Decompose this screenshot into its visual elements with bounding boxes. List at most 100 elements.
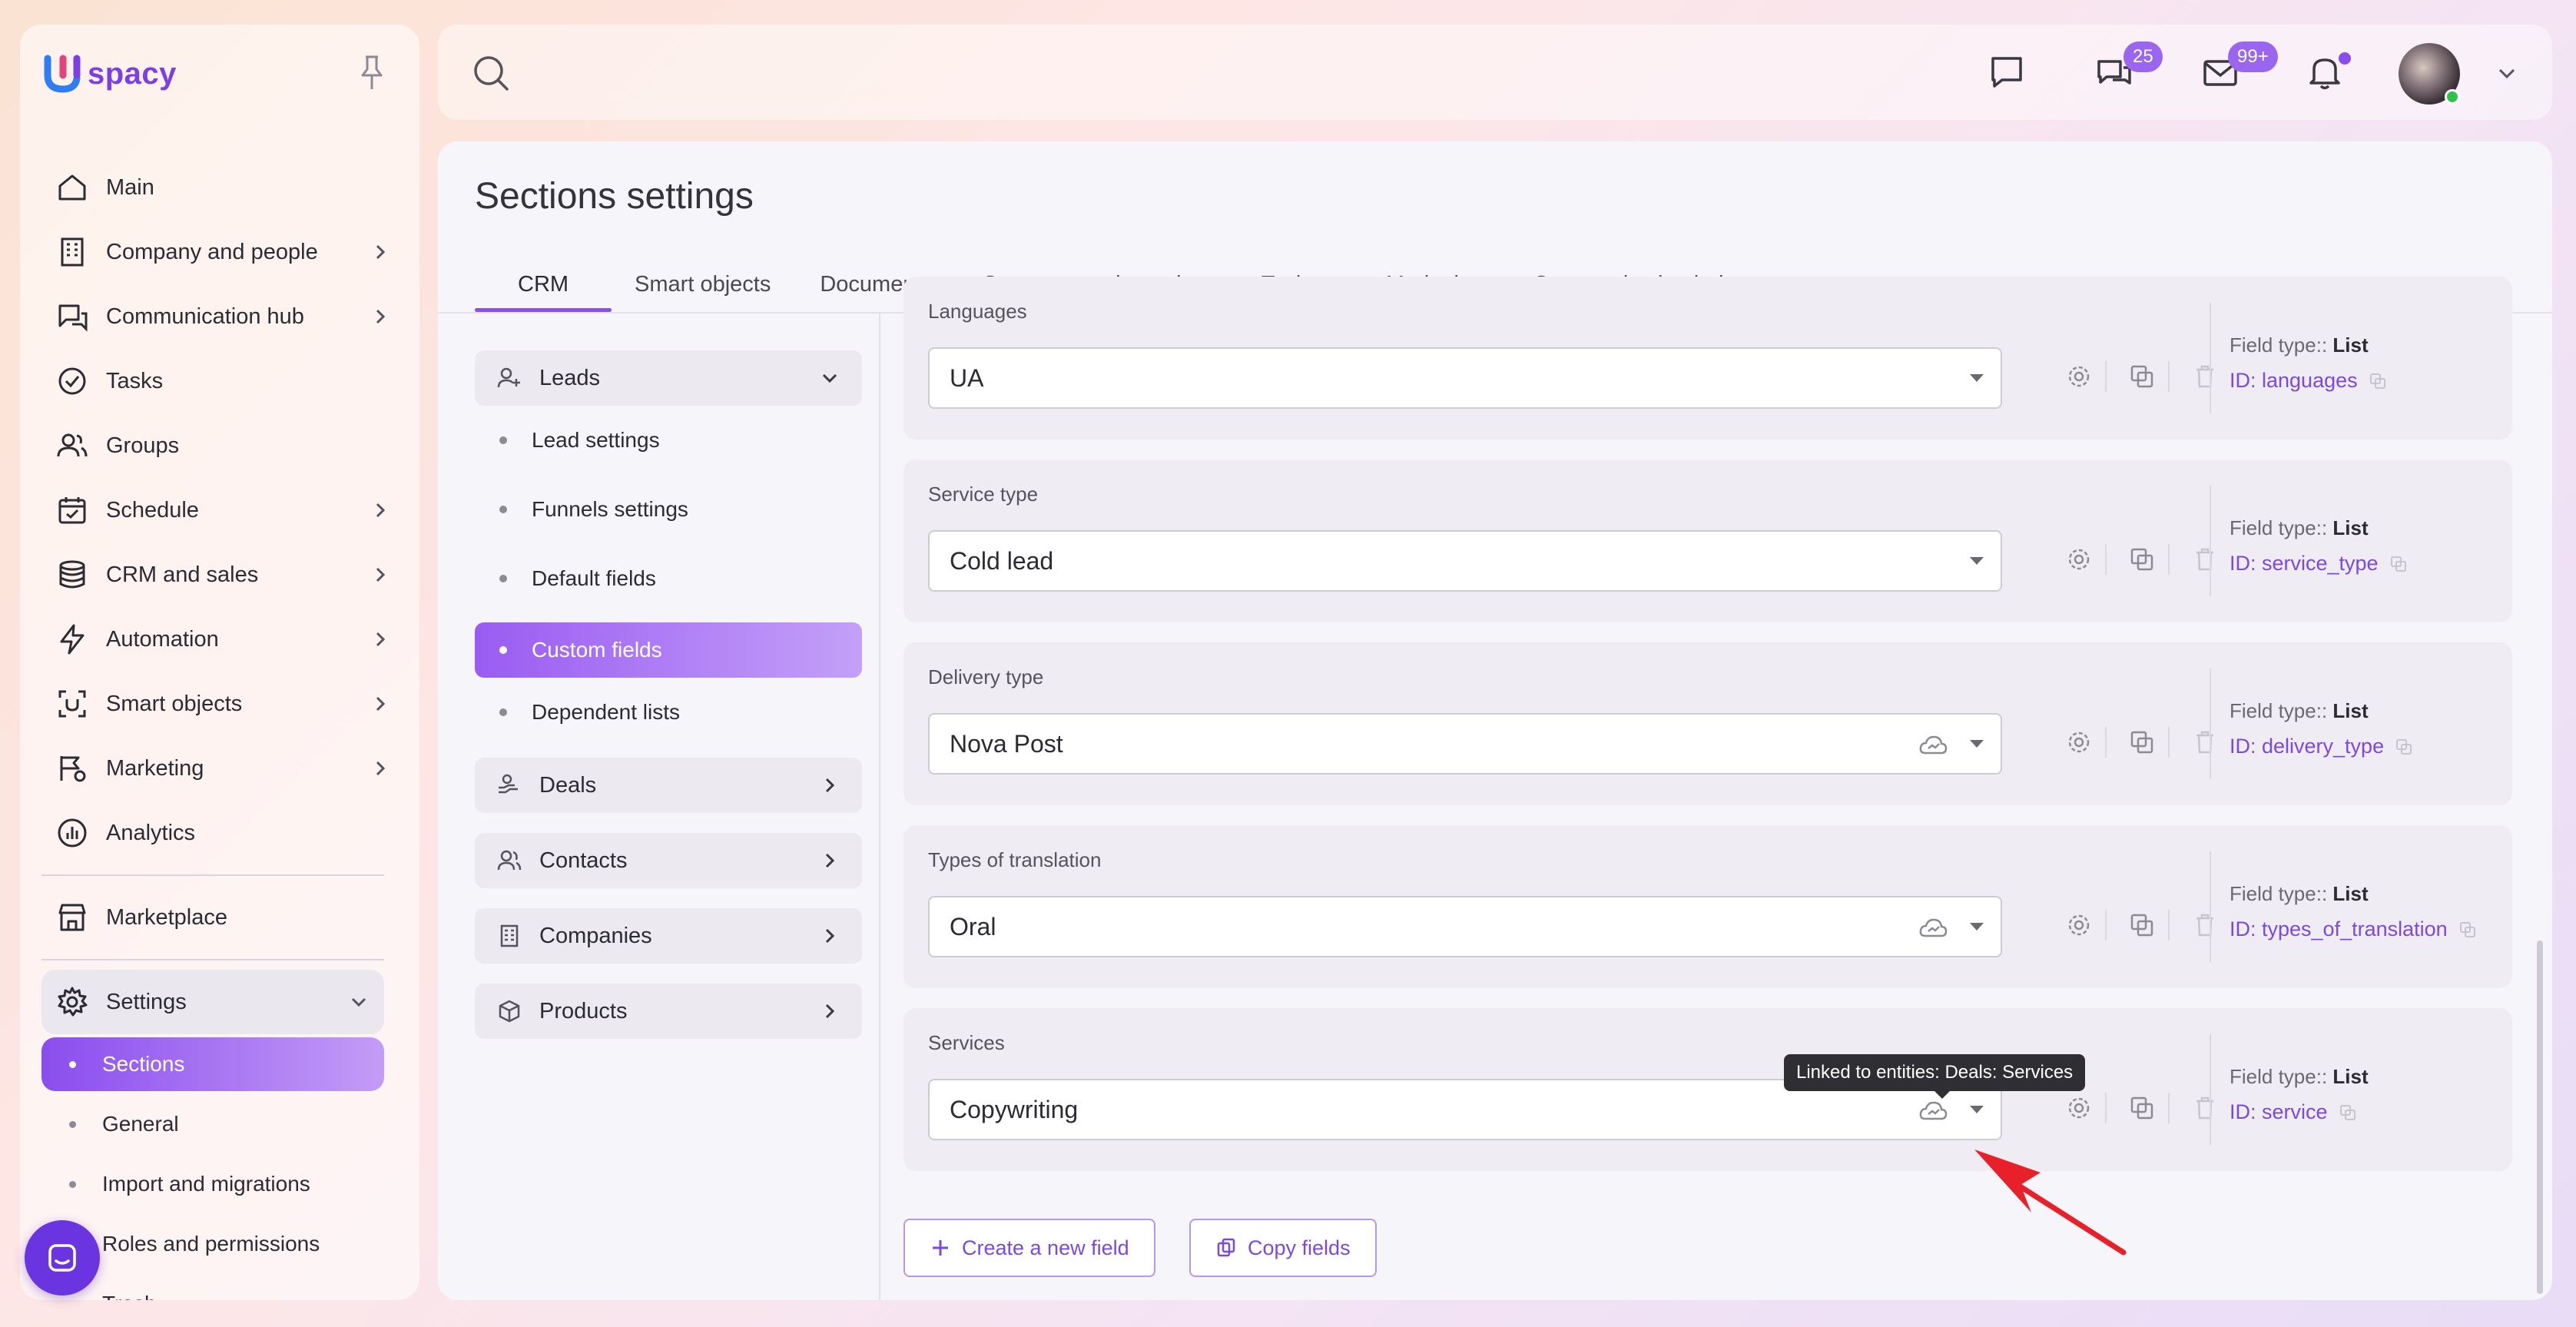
menu-item-funnels-settings[interactable]: Funnels settings xyxy=(475,475,862,544)
gear-icon[interactable] xyxy=(2065,546,2093,573)
panel-divider xyxy=(879,314,880,1300)
field-select[interactable]: Oral xyxy=(928,896,2002,957)
logo[interactable]: spacy xyxy=(41,52,177,95)
sidebar-item-analytics[interactable]: Analytics xyxy=(41,801,406,865)
meta-divider xyxy=(2210,1034,2211,1145)
gear-icon[interactable] xyxy=(2065,911,2093,939)
bullet-icon xyxy=(499,575,507,582)
duplicate-icon[interactable] xyxy=(2128,546,2156,573)
field-type-value: List xyxy=(2332,1065,2369,1088)
sidebar-subitem-sections[interactable]: Sections xyxy=(41,1037,384,1091)
gear-icon[interactable] xyxy=(2065,1094,2093,1122)
sidebar-subitem-import-and-migrations[interactable]: Import and migrations xyxy=(41,1154,384,1214)
caret-down-icon xyxy=(1970,923,1984,931)
sidebar-item-communication-hub[interactable]: Communication hub xyxy=(41,284,406,349)
sidebar-item-settings[interactable]: Settings xyxy=(41,970,384,1034)
field-card-types-of-translation: Types of translation Oral Field type:: L… xyxy=(903,825,2512,988)
mail-badge: 99+ xyxy=(2228,41,2278,72)
sidebar-item-label: Tasks xyxy=(106,368,164,393)
trash-icon[interactable] xyxy=(2191,546,2219,573)
tab-crm[interactable]: CRM xyxy=(475,269,612,312)
store-icon xyxy=(58,904,86,931)
menu-item-custom-fields[interactable]: Custom fields xyxy=(475,622,862,678)
copy-icon[interactable] xyxy=(2458,921,2477,939)
gear-icon[interactable] xyxy=(2065,363,2093,390)
pin-icon[interactable] xyxy=(355,52,389,95)
sidebar-item-label: Main xyxy=(106,174,154,200)
sidebar-item-marketing[interactable]: Marketing xyxy=(41,736,406,801)
trash-icon[interactable] xyxy=(2191,363,2219,390)
sidebar-item-marketplace[interactable]: Marketplace xyxy=(41,885,406,950)
copy-icon[interactable] xyxy=(2369,372,2387,390)
field-label: Services xyxy=(928,1031,1005,1054)
linked-cloud-icon[interactable] xyxy=(1918,1096,1948,1126)
sidebar-item-smart-objects[interactable]: Smart objects xyxy=(41,672,406,736)
trash-icon[interactable] xyxy=(2191,911,2219,939)
sidebar-item-tasks[interactable]: Tasks xyxy=(41,349,406,413)
sidebar-item-schedule[interactable]: Schedule xyxy=(41,478,406,542)
search-icon[interactable] xyxy=(470,52,512,94)
sidebar-item-company-and-people[interactable]: Company and people xyxy=(41,220,406,284)
tab-smart-objects[interactable]: Smart objects xyxy=(635,269,792,312)
support-chat-button[interactable] xyxy=(25,1220,100,1295)
field-type: Field type:: List xyxy=(2230,882,2369,906)
notification-dot xyxy=(2339,52,2351,65)
duplicate-icon[interactable] xyxy=(2128,911,2156,939)
sidebar-item-automation[interactable]: Automation xyxy=(41,607,406,672)
menu-group-deals[interactable]: Deals xyxy=(475,758,862,813)
bullet-icon xyxy=(69,1180,76,1188)
main-scrollbar[interactable] xyxy=(2537,941,2543,1294)
menu-group-companies[interactable]: Companies xyxy=(475,908,862,964)
field-type: Field type:: List xyxy=(2230,333,2369,357)
copy-icon[interactable] xyxy=(2389,555,2408,573)
linked-cloud-icon[interactable] xyxy=(1918,730,1948,761)
chevron-right-icon xyxy=(376,309,386,324)
database-icon xyxy=(59,560,85,589)
menu-group-label: Products xyxy=(539,998,628,1023)
sidebar-divider xyxy=(41,959,384,960)
analytics-icon xyxy=(58,818,87,848)
field-type: Field type:: List xyxy=(2230,1065,2369,1089)
field-select[interactable]: Nova Post xyxy=(928,713,2002,775)
main-panel: Sections settings CRM Smart objects Docu… xyxy=(438,141,2552,1300)
copy-icon[interactable] xyxy=(2395,738,2413,756)
field-select[interactable]: UA xyxy=(928,347,2002,409)
field-select-value: Cold lead xyxy=(950,547,1054,575)
chats-badge: 25 xyxy=(2123,41,2163,72)
trash-icon[interactable] xyxy=(2191,728,2219,756)
gear-icon[interactable] xyxy=(2065,728,2093,756)
avatar[interactable] xyxy=(2399,43,2460,105)
menu-item-lead-settings[interactable]: Lead settings xyxy=(475,406,862,475)
duplicate-icon[interactable] xyxy=(2128,728,2156,756)
page-title: Sections settings xyxy=(475,176,754,217)
sidebar-subitem-general[interactable]: General xyxy=(41,1094,384,1154)
field-select-value: UA xyxy=(950,364,984,392)
action-divider xyxy=(2168,727,2170,758)
menu-group-contacts[interactable]: Contacts xyxy=(475,833,862,888)
field-id: ID: service xyxy=(2230,1100,2357,1124)
users-icon xyxy=(497,850,522,871)
action-divider xyxy=(2168,544,2170,575)
menu-group-products[interactable]: Products xyxy=(475,984,862,1039)
field-id: ID: languages xyxy=(2230,369,2387,393)
menu-item-default-fields[interactable]: Default fields xyxy=(475,544,862,613)
copy-fields-button[interactable]: Copy fields xyxy=(1189,1219,1377,1277)
message-icon[interactable] xyxy=(1987,52,2027,92)
duplicate-icon[interactable] xyxy=(2128,363,2156,390)
create-field-button[interactable]: Create a new field xyxy=(903,1219,1155,1277)
sidebar-item-groups[interactable]: Groups xyxy=(41,413,406,478)
menu-item-dependent-lists[interactable]: Dependent lists xyxy=(475,678,862,747)
sidebar-item-crm-and-sales[interactable]: CRM and sales xyxy=(41,542,406,607)
sidebar-item-label: Communication hub xyxy=(106,304,304,329)
linked-cloud-icon[interactable] xyxy=(1918,913,1948,944)
trash-icon[interactable] xyxy=(2191,1094,2219,1122)
field-select[interactable]: Cold lead xyxy=(928,530,2002,592)
chevron-down-icon[interactable] xyxy=(2495,61,2518,85)
chevron-right-icon xyxy=(376,503,386,518)
sidebar-item-main[interactable]: Main xyxy=(41,155,406,220)
menu-group-leads[interactable]: Leads xyxy=(475,350,862,406)
field-id-value: ID: service_type xyxy=(2230,552,2379,575)
copy-icon[interactable] xyxy=(2339,1103,2357,1122)
action-divider xyxy=(2105,910,2107,941)
duplicate-icon[interactable] xyxy=(2128,1094,2156,1122)
